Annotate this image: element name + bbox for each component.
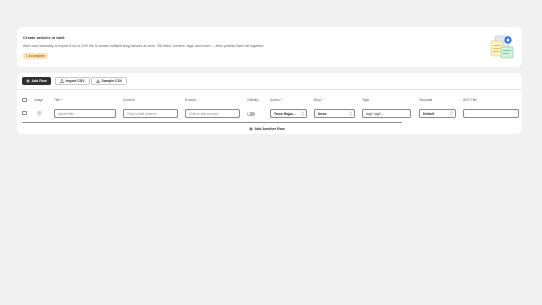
excerpt-editor[interactable]: Click to edit excerpt... <box>185 108 240 118</box>
blog-select[interactable]: News <box>314 108 355 118</box>
add-another-row-button[interactable]: Add Another Row <box>249 127 285 131</box>
bulk-editor-card: Add Row Import CSV Sample CSV Image Titl… <box>17 73 522 134</box>
column-header-tags: Tags <box>362 98 369 102</box>
author-select-value: Tarun Rajpu... <box>274 111 296 116</box>
upload-icon <box>60 79 64 83</box>
image-placeholder-icon[interactable] <box>37 110 42 116</box>
sample-csv-label: Sample CSV <box>101 79 123 83</box>
add-row-button[interactable]: Add Row <box>22 77 51 85</box>
column-header-author: Author * <box>270 98 282 102</box>
column-header-template: Template <box>419 98 433 102</box>
chevron-updown-icon <box>349 111 352 116</box>
tags-input[interactable]: tag1, tag2,... <box>362 108 411 118</box>
add-row-label: Add Row <box>31 79 47 83</box>
download-icon <box>96 79 100 83</box>
chevron-updown-icon <box>450 111 453 116</box>
column-header-visibility: Visibility <box>247 98 259 102</box>
template-select[interactable]: Default <box>419 108 456 118</box>
column-header-title-label: Title <box>54 98 61 102</box>
column-header-blog: Blog * <box>314 98 323 102</box>
plus-icon <box>249 126 253 131</box>
horizontal-scrollbar[interactable] <box>22 122 402 124</box>
plus-icon <box>26 79 30 83</box>
column-header-seo-title: SEO Title <box>463 98 477 102</box>
sample-csv-button[interactable]: Sample CSV <box>91 77 128 85</box>
column-header-excerpt: Excerpt <box>185 98 197 102</box>
add-another-row-label: Add Another Row <box>254 126 285 131</box>
column-header-blog-label: Blog <box>314 98 321 102</box>
template-select-value: Default <box>423 111 435 116</box>
title-input[interactable]: Article title... <box>54 108 116 118</box>
intro-card: Create articles in bulk Add rows manuall… <box>17 27 522 67</box>
intro-description: Add rows manually or import from a CSV f… <box>23 44 265 48</box>
column-header-content: Content <box>123 98 135 102</box>
row-select-checkbox[interactable] <box>22 110 27 115</box>
column-header-image: Image <box>34 98 44 102</box>
required-mark: * <box>61 98 63 102</box>
visibility-toggle[interactable] <box>247 111 255 116</box>
status-badge: 1 incomplete <box>23 53 48 59</box>
import-csv-label: Import CSV <box>65 79 85 83</box>
toolbar-divider <box>17 89 522 90</box>
chevron-updown-icon <box>301 111 304 116</box>
required-mark: * <box>280 98 282 102</box>
select-all-checkbox[interactable] <box>22 97 27 102</box>
required-mark: * <box>321 98 323 102</box>
author-select[interactable]: Tarun Rajpu... <box>270 108 307 118</box>
column-header-title: Title * <box>54 98 62 102</box>
page-title: Create articles in bulk <box>23 35 65 40</box>
seo-title-input[interactable] <box>463 108 519 118</box>
content-editor[interactable]: Click to edit content... <box>123 108 178 118</box>
blog-select-value: News <box>318 111 327 116</box>
column-header-author-label: Author <box>270 98 280 102</box>
bulk-documents-illustration <box>490 35 514 59</box>
import-csv-button[interactable]: Import CSV <box>55 77 90 85</box>
